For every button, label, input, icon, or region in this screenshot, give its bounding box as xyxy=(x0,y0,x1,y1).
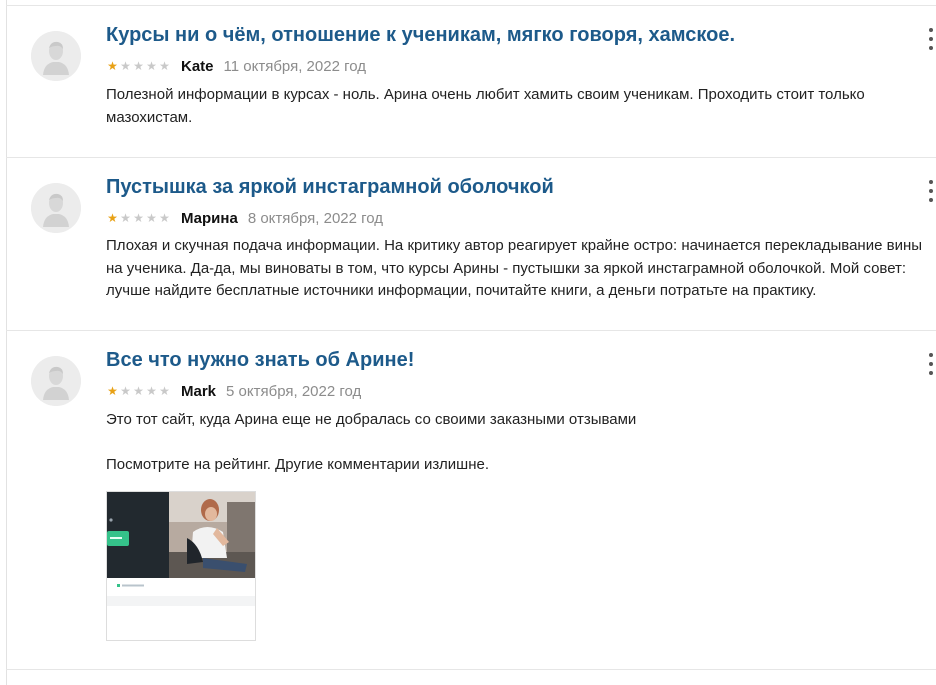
review-meta: ★ ★ ★ ★ ★ Kate 11 октября, 2022 год xyxy=(106,57,366,75)
more-vertical-icon[interactable] xyxy=(926,180,936,202)
user-avatar-icon xyxy=(31,183,81,233)
star-icon: ★ xyxy=(159,384,170,398)
review-paragraph: Посмотрите на рейтинг. Другие комментари… xyxy=(106,455,489,473)
star-icon: ★ xyxy=(133,384,144,398)
review-item: Все что нужно знать об Арине! ★ ★ ★ ★ ★ Mark… xyxy=(6,331,936,670)
review-meta: ★ ★ ★ ★ ★ Mark 5 октября, 2022 год xyxy=(106,382,361,400)
review-title[interactable]: Все что нужно знать об Арине! xyxy=(106,349,414,372)
star-icon: ★ xyxy=(120,211,131,225)
reviews-page: Курсы ни о чём, отношение к ученикам, мя… xyxy=(0,0,936,685)
review-author[interactable]: Kate xyxy=(181,58,214,75)
review-paragraph: Плохая и скучная подача информации. На к… xyxy=(106,237,923,299)
review-item: Курсы ни о чём, отношение к ученикам, мя… xyxy=(6,6,936,158)
review-item: Пустышка за яркой инстаграмной оболочкой… xyxy=(6,158,936,331)
star-icon: ★ xyxy=(120,384,131,398)
star-icon: ★ xyxy=(133,211,144,225)
review-author[interactable]: Mark xyxy=(181,383,216,400)
review-text: Полезной информации в курсах - ноль. Ари… xyxy=(106,84,931,129)
star-icon: ★ xyxy=(146,211,157,225)
review-divider xyxy=(6,669,936,670)
review-author[interactable]: Марина xyxy=(181,210,238,227)
review-paragraph: Это тот сайт, куда Арина еще не добралас… xyxy=(106,411,637,428)
star-icon: ★ xyxy=(107,59,118,73)
screenshot-thumbnail-image xyxy=(107,492,255,640)
star-icon: ★ xyxy=(159,211,170,225)
rating-stars: ★ ★ ★ ★ ★ xyxy=(106,212,171,224)
user-avatar-icon xyxy=(31,31,81,81)
review-meta: ★ ★ ★ ★ ★ Марина 8 октября, 2022 год xyxy=(106,209,383,227)
star-icon: ★ xyxy=(133,59,144,73)
review-text: Это тот сайт, куда Арина еще не добралас… xyxy=(106,409,931,476)
star-icon: ★ xyxy=(146,384,157,398)
user-avatar-icon xyxy=(31,356,81,406)
rating-stars: ★ ★ ★ ★ ★ xyxy=(106,385,171,397)
review-title[interactable]: Пустышка за яркой инстаграмной оболочкой xyxy=(106,176,554,199)
review-text: Плохая и скучная подача информации. На к… xyxy=(106,235,931,303)
more-vertical-icon[interactable] xyxy=(926,28,936,50)
star-icon: ★ xyxy=(107,384,118,398)
rating-stars: ★ ★ ★ ★ ★ xyxy=(106,60,171,72)
star-icon: ★ xyxy=(159,59,170,73)
review-paragraph: Полезной информации в курсах - ноль. Ари… xyxy=(106,86,865,126)
review-date: 5 октября, 2022 год xyxy=(226,382,362,400)
more-vertical-icon[interactable] xyxy=(926,353,936,375)
review-date: 11 октября, 2022 год xyxy=(223,57,366,75)
review-title[interactable]: Курсы ни о чём, отношение к ученикам, мя… xyxy=(106,24,735,47)
star-icon: ★ xyxy=(120,59,131,73)
review-date: 8 октября, 2022 год xyxy=(247,209,384,227)
star-icon: ★ xyxy=(107,211,118,225)
star-icon: ★ xyxy=(146,59,157,73)
attachment-thumbnail[interactable] xyxy=(106,491,256,641)
